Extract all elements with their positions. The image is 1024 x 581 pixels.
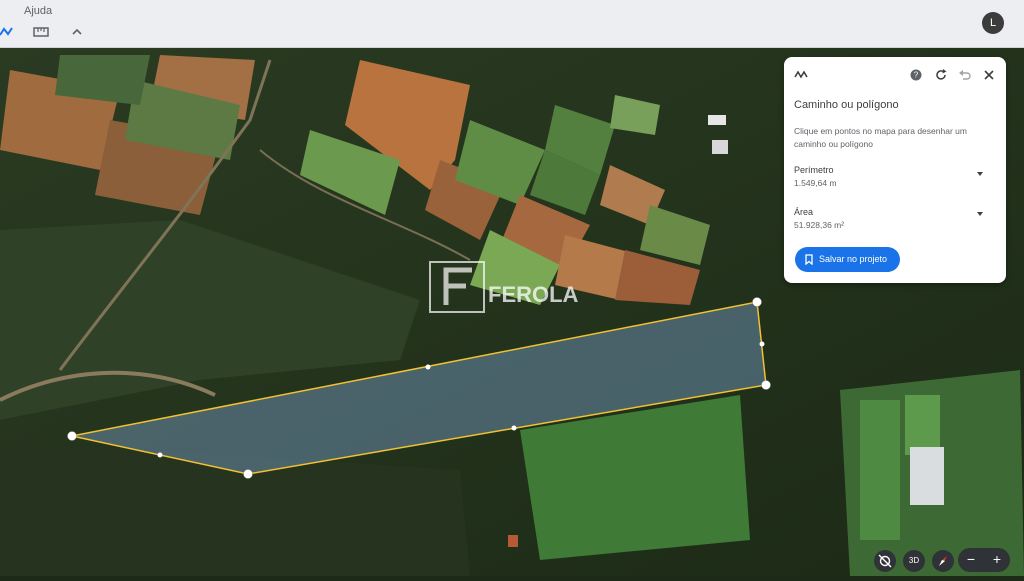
compass-button[interactable]	[932, 550, 954, 572]
save-button-label: Salvar no projeto	[819, 254, 888, 264]
close-icon[interactable]	[981, 67, 997, 83]
polygon-vertex[interactable]	[752, 297, 762, 307]
refresh-icon[interactable]	[933, 67, 949, 83]
perimeter-dropdown-icon[interactable]	[975, 170, 985, 178]
zoom-controls: − +	[958, 548, 1010, 572]
3d-view-button[interactable]: 3D	[903, 550, 925, 572]
polygon-midpoint[interactable]	[157, 452, 163, 458]
polygon-midpoint[interactable]	[759, 341, 765, 347]
area-dropdown-icon[interactable]	[975, 210, 985, 218]
zoom-out-button[interactable]: −	[958, 548, 984, 572]
area-value: 51.928,36 m²	[794, 220, 845, 230]
location-off-button[interactable]	[874, 550, 896, 572]
compass-icon	[939, 556, 947, 566]
save-to-project-button[interactable]: Salvar no projeto	[795, 247, 900, 272]
perimeter-value: 1.549,64 m	[794, 178, 837, 188]
svg-text:?: ?	[914, 71, 919, 80]
perimeter-label: Perímetro	[794, 165, 834, 175]
bookmark-icon	[805, 254, 813, 265]
help-icon[interactable]: ?	[908, 67, 924, 83]
watermark-text: FEROLA	[488, 282, 579, 307]
polygon-midpoint[interactable]	[511, 425, 517, 431]
polygon-vertex[interactable]	[243, 469, 253, 479]
panel-instruction: Clique em pontos no mapa para desenhar u…	[794, 126, 967, 149]
measure-panel: ? Caminho ou polígono Clique em pontos n…	[784, 57, 1006, 283]
top-toolbar: Ajuda L	[0, 0, 1024, 48]
measure-icon[interactable]	[0, 24, 18, 40]
chevron-up-icon[interactable]	[67, 24, 87, 40]
menu-ajuda[interactable]: Ajuda	[24, 5, 52, 17]
polygon-vertex[interactable]	[761, 380, 771, 390]
undo-icon[interactable]	[957, 67, 973, 83]
zoom-in-button[interactable]: +	[984, 548, 1010, 572]
path-icon	[794, 70, 808, 79]
area-label: Área	[794, 207, 814, 217]
panel-title: Caminho ou polígono	[794, 99, 899, 111]
ruler-icon[interactable]	[31, 24, 51, 40]
polygon-midpoint[interactable]	[425, 364, 431, 370]
location-off-icon	[878, 554, 892, 568]
avatar[interactable]: L	[982, 12, 1004, 34]
polygon-vertex[interactable]	[67, 431, 77, 441]
